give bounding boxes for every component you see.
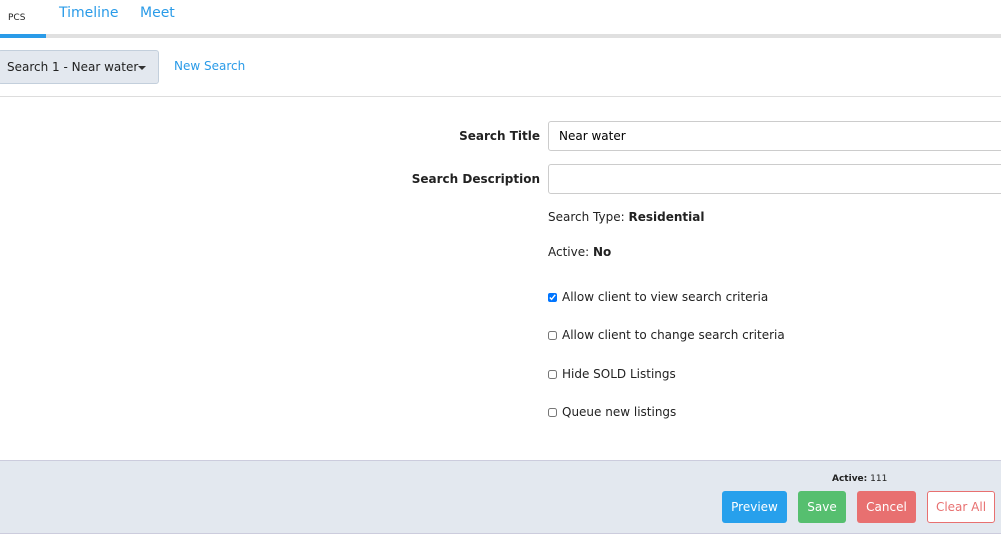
search-type-value: Residential [628,210,705,224]
active-count-label: Active: [832,474,868,484]
hide-sold-checkbox[interactable]: Hide SOLD Listings [548,367,676,381]
checkbox-label: Hide SOLD Listings [562,367,676,381]
checkbox-label: Allow client to change search criteria [562,328,785,342]
search-type-label: Search Type: [548,210,625,224]
tab-meet[interactable]: Meet [140,5,175,21]
search-select-dropdown[interactable]: Search 1 - Near water [0,50,159,84]
search-select-label: Search 1 - Near water [7,60,139,74]
caret-down-icon [138,66,146,70]
checkbox-label: Allow client to view search criteria [562,290,769,304]
allow-view-criteria-checkbox[interactable]: Allow client to view search criteria [548,290,768,304]
action-footer: Active: 111 Preview Save Cancel Clear Al… [0,460,1001,534]
active-label: Active: [548,245,590,259]
checkbox[interactable] [548,330,557,340]
save-button[interactable]: Save [798,491,846,523]
new-search-link[interactable]: New Search [174,59,245,73]
checkbox[interactable] [548,369,557,379]
active-count-value: 111 [870,474,888,484]
search-title-input[interactable] [548,121,1001,151]
active-tab-indicator [0,34,46,38]
cancel-button[interactable]: Cancel [857,491,916,523]
queue-new-listings-checkbox[interactable]: Queue new listings [548,405,676,419]
search-type: Search Type: Residential [548,210,704,224]
checkbox-label: Queue new listings [562,405,677,419]
preview-button[interactable]: Preview [722,491,787,523]
divider [0,96,1001,97]
active-status: Active: No [548,245,611,259]
active-value: No [593,245,612,259]
allow-change-criteria-checkbox[interactable]: Allow client to change search criteria [548,328,785,342]
search-title-label: Search Title [459,129,540,143]
search-description-input[interactable] [548,164,1001,194]
clear-all-button[interactable]: Clear All [927,491,995,523]
checkbox[interactable] [548,407,557,417]
tab-bar: PCS Timeline Meet [0,0,1001,38]
tab-pcs[interactable]: PCS [8,13,25,23]
search-description-label: Search Description [411,172,540,186]
active-count: Active: 111 [832,474,887,484]
checkbox[interactable] [548,292,557,302]
tab-timeline[interactable]: Timeline [59,5,119,21]
